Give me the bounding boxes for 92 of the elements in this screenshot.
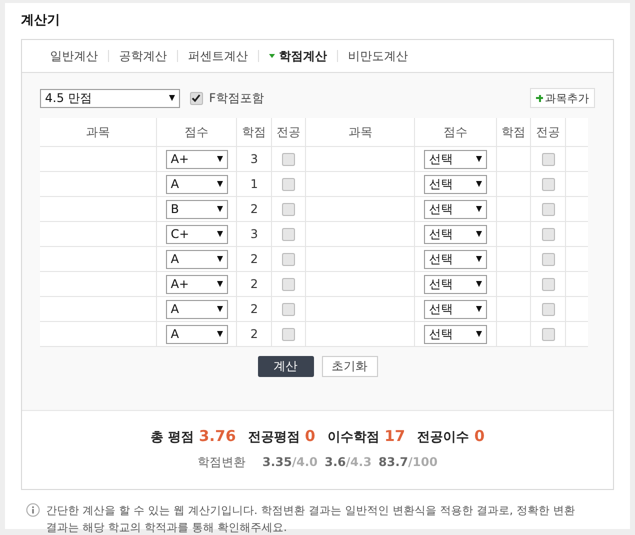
tab[interactable]: 공학계산 [109,48,177,64]
grade-select[interactable]: 선택 [424,274,488,294]
caret-icon [476,256,482,262]
grade-select[interactable]: A [166,174,228,194]
caret-icon [476,306,482,312]
checkbox[interactable] [282,178,296,192]
tab[interactable]: 비만도계산 [338,48,418,64]
info-text: 간단한 계산을 할 수 있는 웹 계산기입니다. 학점변환 결과는 일반적인 변환식을 적용한 결과로, 정확한 변환 결과는 해당 학교의 학적과를 통해 확인해주세요. [46,503,576,535]
checkbox[interactable] [542,303,555,316]
caret-icon [476,281,482,287]
checkbox[interactable] [542,203,555,216]
checkbox[interactable] [282,303,296,316]
table-cell: 2 [250,327,258,341]
grade-select[interactable]: A [166,300,228,318]
grade-select[interactable]: 선택 [424,200,488,218]
table-cell: 2 [250,302,258,316]
grade-select[interactable]: 선택 [424,174,488,194]
grade-select[interactable]: A+ [166,274,228,294]
checkbox[interactable] [542,228,555,242]
checkbox[interactable] [542,278,555,292]
caret-icon [216,281,223,287]
caret-icon [216,256,223,262]
result-value: 17 [384,427,406,445]
checkbox[interactable] [282,153,296,166]
info-icon [26,503,40,517]
caret-icon [169,95,175,101]
result-label: 총 평점 [150,429,194,446]
grade-select[interactable]: B [166,200,228,218]
column-header: 전공 [271,118,306,146]
checkbox-label: F학점포함 [209,90,264,106]
table-cell: 3 [250,152,258,166]
plus-icon [536,94,543,102]
column-header: 학점 [236,118,272,146]
checkbox[interactable] [542,153,555,166]
reset-button[interactable]: 초기화 [322,356,378,377]
caret-icon [216,231,223,237]
column-header: 점수 [414,118,497,146]
grade-select[interactable]: 선택 [424,324,488,344]
table-cell: 3 [250,227,258,241]
conversion-value: 3.6/4.3 [324,455,372,469]
checkbox[interactable] [282,228,296,242]
grade-select[interactable]: A+ [166,150,228,168]
calculate-button[interactable]: 계산 [258,356,314,377]
checkbox[interactable] [282,253,296,266]
grade-select[interactable]: A [166,250,228,268]
result-value: 0 [474,427,485,445]
table-cell: 2 [250,252,258,266]
checkbox[interactable] [282,328,296,342]
caret-icon [476,231,482,237]
column-header: 전공 [530,118,566,146]
result-value: 3.76 [198,427,236,445]
grade-select[interactable]: 선택 [424,150,488,168]
add-subject-button[interactable]: 과목추가 [530,88,595,108]
grade-select[interactable]: 선택 [424,300,488,318]
caret-icon [216,306,223,312]
caret-icon [476,331,482,337]
grade-select[interactable]: 선택 [424,250,488,268]
column-header: 과목 [306,118,415,146]
checkbox[interactable] [190,92,203,104]
conversion-value: 3.35/4.0 [262,455,318,469]
result-label: 전공평점 [248,429,300,446]
grade-select[interactable]: C+ [166,224,228,244]
tab[interactable]: 일반계산 [40,48,108,64]
result-label: 이수학점 [327,429,380,446]
caret-icon [476,181,482,187]
caret-icon [216,156,223,162]
caret-icon [476,156,482,162]
checkbox[interactable] [282,278,296,292]
page-title: 계산기 [21,12,61,30]
conversion-value: 83.7/100 [378,455,438,469]
column-header: 과목 [40,118,156,146]
grade-select[interactable]: A [166,324,228,344]
grade-select[interactable]: 선택 [424,224,488,244]
column-header: 학점 [496,118,531,146]
caret-icon [216,181,223,187]
table-cell: 2 [250,202,258,216]
tab[interactable]: 학점계산 [259,48,337,64]
result-value: 0 [304,427,316,445]
column-header: 점수 [156,118,237,146]
result-label: 전공이수 [417,429,470,446]
caret-icon [216,206,223,212]
checkbox[interactable] [542,328,555,342]
conversion-label: 학점변환 [197,454,246,471]
checkbox[interactable] [282,203,296,216]
scale-select[interactable]: 4.5 만점 [40,88,180,108]
caret-icon [476,206,482,212]
checkbox[interactable] [542,178,555,192]
table-cell: 2 [250,277,258,291]
table-cell: 1 [250,177,258,191]
checkbox[interactable] [542,253,555,266]
caret-icon [216,331,223,337]
tab[interactable]: 퍼센트계산 [178,48,258,64]
